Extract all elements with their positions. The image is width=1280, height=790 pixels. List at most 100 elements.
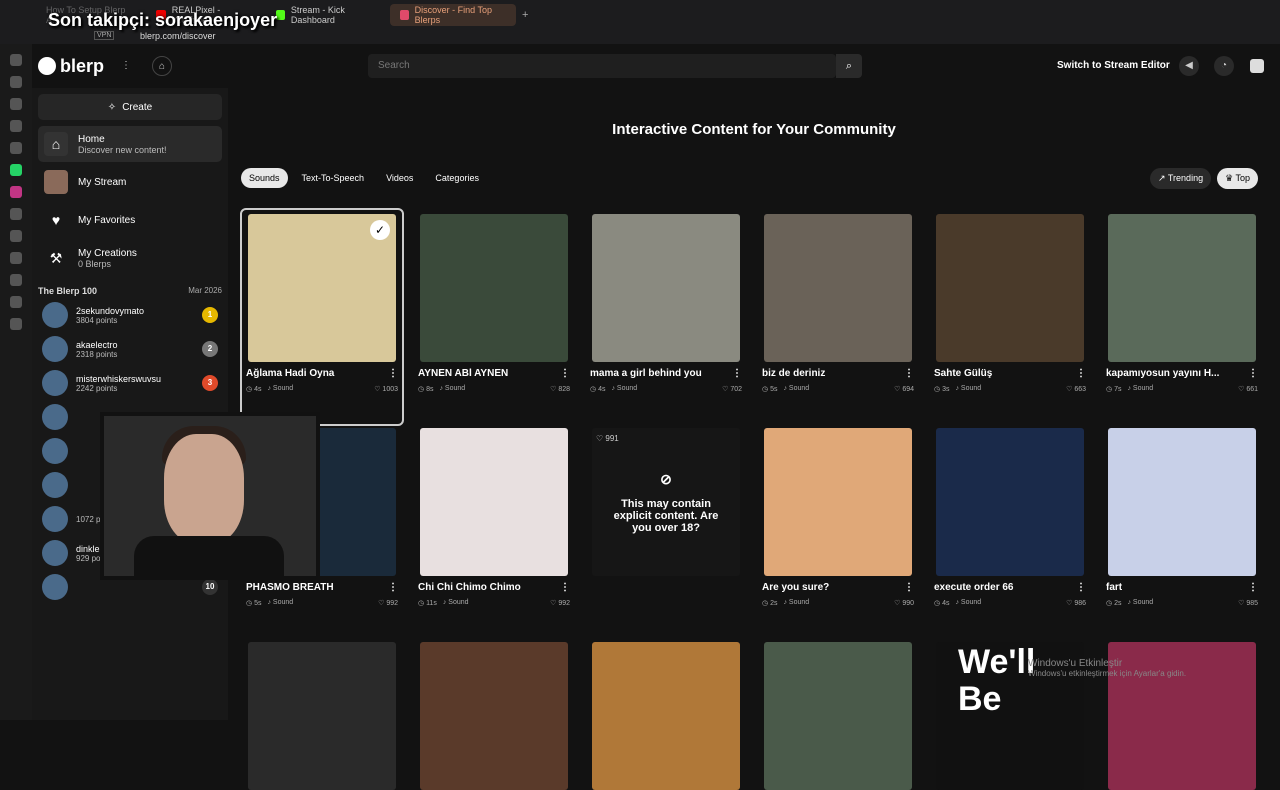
sound-card[interactable]: ✓ Ağlama Hadi Oyna ⋮ ◷ 4s ♪ Sound ♡ 1003 (240, 208, 404, 426)
sound-thumbnail[interactable] (936, 428, 1084, 576)
sort-trending[interactable]: ↗ Trending (1150, 168, 1212, 189)
sound-thumbnail[interactable] (936, 214, 1084, 362)
sound-card[interactable] (242, 638, 402, 790)
rank-badge: 3 (202, 375, 218, 391)
card-menu-icon[interactable]: ⋮ (388, 368, 398, 379)
sound-thumbnail[interactable] (764, 214, 912, 362)
card-menu-icon[interactable]: ⋮ (560, 368, 570, 379)
sound-card[interactable] (758, 638, 918, 790)
sound-card[interactable]: Chi Chi Chimo Chimo ⋮ ◷ 11s ♪ Sound ♡ 992 (414, 424, 574, 638)
tab-videos[interactable]: Videos (378, 168, 421, 188)
url-text[interactable]: blerp.com/discover (140, 31, 216, 41)
sound-card[interactable]: fart ⋮ ◷ 2s ♪ Sound ♡ 985 (1102, 424, 1262, 638)
sound-title: Are you sure? ⋮ (762, 582, 914, 593)
check-icon: ✓ (370, 220, 390, 240)
sound-thumbnail[interactable] (248, 642, 396, 790)
card-menu-icon[interactable]: ⋮ (1076, 368, 1086, 379)
tab-text-to-speech[interactable]: Text-To-Speech (294, 168, 373, 188)
sound-card[interactable]: execute order 66 ⋮ ◷ 4s ♪ Sound ♡ 986 (930, 424, 1090, 638)
bell-icon[interactable]: ◔ (1214, 56, 1234, 76)
sound-thumbnail[interactable] (764, 428, 912, 576)
webcam-shirt (134, 536, 284, 576)
sound-title: Sahte Gülüş ⋮ (934, 368, 1086, 379)
card-menu-icon[interactable]: ⋮ (388, 582, 398, 593)
webcam-overlay (100, 412, 320, 580)
sound-card[interactable]: kapamıyosun yayını H... ⋮ ◷ 7s ♪ Sound ♡ 661 (1102, 210, 1262, 424)
note-icon: ♪ Sound (955, 385, 982, 392)
sidebar-item-creations[interactable]: ⚒ My Creations 0 Blerps (38, 240, 222, 276)
sidebar-app-icon[interactable] (10, 318, 22, 330)
sidebar-app-icon[interactable] (10, 230, 22, 242)
sound-thumbnail[interactable] (592, 642, 740, 790)
heart-icon: ♥ (51, 212, 61, 228)
leaderboard-item[interactable]: misterwhiskerswuvsu 2242 points 3 (32, 366, 228, 400)
instagram-icon[interactable] (10, 186, 22, 198)
sound-card[interactable] (1102, 638, 1262, 790)
sound-thumbnail[interactable] (420, 428, 568, 576)
card-menu-icon[interactable]: ⋮ (1248, 582, 1258, 593)
sidebar-app-icon[interactable] (10, 120, 22, 132)
card-menu-icon[interactable]: ⋮ (1076, 582, 1086, 593)
browser-tab-active[interactable]: Discover - Find Top Blerps (390, 4, 516, 26)
more-menu-icon[interactable]: ⋮ (116, 56, 136, 76)
sidebar-app-icon[interactable] (10, 54, 22, 66)
sound-thumbnail[interactable] (1108, 428, 1256, 576)
sort-top[interactable]: ♛ Top (1217, 168, 1258, 189)
sidebar-app-icon[interactable] (10, 208, 22, 220)
vpn-badge[interactable]: VPN (94, 31, 115, 40)
sound-thumbnail[interactable] (1108, 214, 1256, 362)
avatar[interactable] (1250, 59, 1264, 73)
sidebar-item-home[interactable]: ⌂ Home Discover new content! (38, 126, 222, 162)
clock-icon: ◷ 4s (246, 386, 262, 393)
blerp-tab-icon (400, 10, 409, 20)
search-button[interactable]: ⌕ (836, 54, 862, 78)
sound-card[interactable]: Sahte Gülüş ⋮ ◷ 3s ♪ Sound ♡ 663 (930, 210, 1090, 424)
whatsapp-icon[interactable] (10, 164, 22, 176)
sidebar-item-favorites[interactable]: ♥ My Favorites (38, 202, 222, 238)
sidebar-app-icon[interactable] (10, 274, 22, 286)
sound-card[interactable]: ♡ 991 ⊘ This may contain explicit content.… (586, 424, 746, 638)
sound-card[interactable]: Are you sure? ⋮ ◷ 2s ♪ Sound ♡ 990 (758, 424, 918, 638)
sidebar-app-icon[interactable] (10, 98, 22, 110)
switch-stream-editor-button[interactable]: Switch to Stream Editor (1057, 60, 1170, 71)
sound-card[interactable]: We'll Be (930, 638, 1090, 790)
new-tab-button[interactable]: + (522, 9, 528, 21)
sound-title: mama a girl behind you ⋮ (590, 368, 742, 379)
browser-tab[interactable]: Stream - Kick Dashboard (266, 4, 390, 26)
leaderboard-item[interactable]: akaelectro 2318 points 2 (32, 332, 228, 366)
sound-meta: ◷ 4s ♪ Sound ♡ 1003 (246, 385, 398, 393)
avatar (42, 336, 68, 362)
card-menu-icon[interactable]: ⋮ (1248, 368, 1258, 379)
explicit-warning[interactable]: ♡ 991 ⊘ This may contain explicit content.… (592, 428, 740, 576)
sound-card[interactable]: AYNEN ABİ AYNEN ⋮ ◷ 8s ♪ Sound ♡ 828 (414, 210, 574, 424)
sidebar-item-my-stream[interactable]: My Stream (38, 164, 222, 200)
search-input[interactable]: Search (368, 54, 836, 78)
sidebar-app-icon[interactable] (10, 252, 22, 264)
likes-count: ♡ 661 (1238, 386, 1258, 393)
sound-thumbnail[interactable] (420, 642, 568, 790)
card-menu-icon[interactable]: ⋮ (560, 582, 570, 593)
tab-sounds[interactable]: Sounds (241, 168, 288, 188)
sidebar-app-icon[interactable] (10, 142, 22, 154)
home-icon[interactable]: ⌂ (152, 56, 172, 76)
sound-card[interactable]: mama a girl behind you ⋮ ◷ 4s ♪ Sound ♡ 702 (586, 210, 746, 424)
create-button[interactable]: ✧ Create (38, 94, 222, 120)
sound-card[interactable] (414, 638, 574, 790)
volume-icon[interactable]: ◀ (1179, 56, 1199, 76)
sound-thumbnail[interactable]: ✓ (248, 214, 396, 362)
wand-icon: ✧ (107, 101, 117, 113)
sidebar-app-icon[interactable] (10, 76, 22, 88)
leaderboard-item[interactable]: 2sekundovymato 3804 points 1 (32, 298, 228, 332)
sound-meta: ◷ 4s ♪ Sound ♡ 702 (590, 385, 742, 393)
sound-thumbnail[interactable] (592, 214, 740, 362)
blerp-logo[interactable]: blerp (38, 56, 104, 77)
card-menu-icon[interactable]: ⋮ (732, 368, 742, 379)
tab-categories[interactable]: Categories (427, 168, 487, 188)
sound-thumbnail[interactable] (420, 214, 568, 362)
sound-card[interactable]: biz de deriniz ⋮ ◷ 5s ♪ Sound ♡ 694 (758, 210, 918, 424)
card-menu-icon[interactable]: ⋮ (904, 582, 914, 593)
sound-card[interactable] (586, 638, 746, 790)
sound-thumbnail[interactable] (764, 642, 912, 790)
card-menu-icon[interactable]: ⋮ (904, 368, 914, 379)
sidebar-app-icon[interactable] (10, 296, 22, 308)
